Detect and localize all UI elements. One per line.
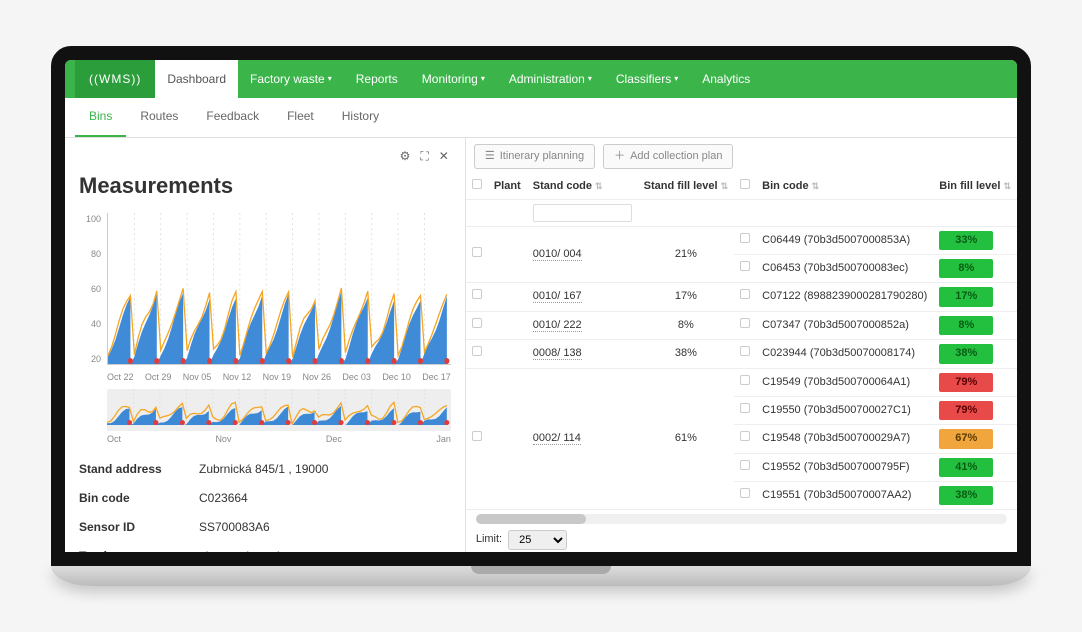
limit-select[interactable]: 25	[508, 530, 567, 550]
row-checkbox[interactable]	[472, 431, 482, 441]
horizontal-scrollbar[interactable]	[476, 514, 1007, 524]
itinerary-button[interactable]: ☰ Itinerary planning	[474, 144, 595, 169]
bin-checkbox[interactable]	[740, 488, 750, 498]
limit-label: Limit:	[476, 532, 502, 547]
caret-down-icon: ▾	[674, 73, 678, 84]
fill-badge: 38%	[939, 486, 993, 505]
stand-code-link[interactable]: 0010/ 004	[533, 248, 582, 261]
fill-badge: 79%	[939, 401, 993, 420]
select-all-checkbox[interactable]	[472, 179, 482, 189]
col-stand-code[interactable]: Stand code⇅	[527, 175, 638, 199]
bin-checkbox[interactable]	[740, 431, 750, 441]
bin-checkbox[interactable]	[740, 403, 750, 413]
nav-classifiers[interactable]: Classifiers▾	[604, 60, 690, 98]
bin-code-cell: C19550 (70b3d500700027C1)	[756, 396, 933, 424]
tab-feedback[interactable]: Feedback	[192, 98, 273, 137]
caret-down-icon: ▾	[328, 73, 332, 84]
row-checkbox[interactable]	[472, 346, 482, 356]
top-nav: ((WMS)) DashboardFactory waste▾ReportsMo…	[65, 60, 1017, 98]
bin-details: Stand addressZubrnická 845/1 , 19000 Bin…	[79, 455, 451, 555]
table-row: 0010/ 167 17% C07122 (8988239000281790280)…	[466, 283, 1017, 311]
row-checkbox[interactable]	[472, 318, 482, 328]
nav-monitoring[interactable]: Monitoring▾	[410, 60, 497, 98]
table-panel: ☰ Itinerary planning ＋ Add collection pl…	[465, 138, 1017, 556]
stand-code-link[interactable]: 0010/ 167	[533, 290, 582, 303]
col-bin-fill[interactable]: Bin fill level⇅	[933, 175, 1017, 199]
fill-badge: 79%	[939, 373, 993, 392]
bin-checkbox[interactable]	[740, 318, 750, 328]
stand-code-link[interactable]: 0008/ 138	[533, 347, 582, 360]
panel-title: Measurements	[79, 171, 451, 202]
row-checkbox[interactable]	[472, 247, 482, 257]
nav-factory-waste[interactable]: Factory waste▾	[238, 60, 344, 98]
laptop-frame: ((WMS)) DashboardFactory waste▾ReportsMo…	[51, 46, 1031, 586]
nav-administration[interactable]: Administration▾	[497, 60, 604, 98]
fill-badge: 8%	[939, 259, 993, 278]
bin-code-cell: C19548 (70b3d500700029A7)	[756, 425, 933, 453]
laptop-base	[51, 566, 1031, 586]
gear-icon[interactable]: ⚙	[398, 146, 413, 167]
nav-analytics[interactable]: Analytics	[690, 60, 762, 98]
tab-fleet[interactable]: Fleet	[273, 98, 328, 137]
screen: ((WMS)) DashboardFactory waste▾ReportsMo…	[51, 46, 1031, 566]
logo: ((WMS))	[75, 60, 155, 98]
measurements-panel: ⚙ ⛶ ✕ Measurements 10080604020 Oct 22Oct…	[65, 138, 465, 556]
select-all-bins-checkbox[interactable]	[740, 179, 750, 189]
fill-badge: 33%	[939, 231, 993, 250]
bin-checkbox[interactable]	[740, 261, 750, 271]
col-stand-fill[interactable]: Stand fill level⇅	[638, 175, 735, 199]
nav-reports[interactable]: Reports	[344, 60, 410, 98]
overview-chart[interactable]: OctNovDecJan	[79, 389, 451, 445]
col-plant[interactable]: Plant	[488, 175, 527, 199]
caret-down-icon: ▾	[481, 73, 485, 84]
sub-nav: BinsRoutesFeedbackFleetHistory	[65, 98, 1017, 138]
stand-code-link[interactable]: 0002/ 114	[533, 432, 581, 445]
row-checkbox[interactable]	[472, 289, 482, 299]
caret-down-icon: ▾	[588, 73, 592, 84]
bin-checkbox[interactable]	[740, 375, 750, 385]
bin-code-cell: C07347 (70b3d5007000852a)	[756, 311, 933, 339]
table-row: 0010/ 2228%C07347 (70b3d5007000852a)8%	[466, 311, 1017, 339]
list-icon: ☰	[485, 149, 495, 164]
bin-checkbox[interactable]	[740, 346, 750, 356]
table-row: 0002/ 11461%C19549 (70b3d500700064A1)79%	[466, 368, 1017, 396]
fill-badge: 38%	[939, 344, 993, 363]
col-bin-code[interactable]: Bin code⇅	[756, 175, 933, 199]
bin-checkbox[interactable]	[740, 460, 750, 470]
tab-routes[interactable]: Routes	[126, 98, 192, 137]
fill-badge: 17%	[939, 287, 993, 306]
nav-dashboard[interactable]: Dashboard	[155, 60, 238, 98]
bin-code-cell: C06453 (70b3d500700083ec)	[756, 254, 933, 282]
main-chart[interactable]: 10080604020 Oct 22Oct 29Nov 05Nov 12Nov …	[79, 213, 451, 383]
bin-checkbox[interactable]	[740, 289, 750, 299]
bin-code-cell: C19552 (70b3d5007000795F)	[756, 453, 933, 481]
bin-code-cell: C19549 (70b3d500700064A1)	[756, 368, 933, 396]
fill-badge: 41%	[939, 458, 993, 477]
fill-badge: 67%	[939, 429, 993, 448]
expand-icon[interactable]: ⛶	[418, 146, 430, 167]
tab-history[interactable]: History	[328, 98, 393, 137]
plus-icon: ＋	[614, 149, 625, 164]
bin-code-cell: C19551 (70b3d50070007AA2)	[756, 482, 933, 510]
table-row: 0010/ 00421%C06449 (70b3d5007000853A)33%	[466, 226, 1017, 254]
fill-badge: 8%	[939, 316, 993, 335]
bin-code-cell: C06449 (70b3d5007000853A)	[756, 226, 933, 254]
close-icon[interactable]: ✕	[437, 146, 451, 167]
stand-code-filter[interactable]	[533, 204, 632, 222]
table-row: 0008/ 13838%C023944 (70b3d50070008174)38…	[466, 340, 1017, 368]
tab-bins[interactable]: Bins	[75, 98, 126, 137]
bins-table: Plant Stand code⇅ Stand fill level⇅ Bin …	[466, 175, 1017, 514]
bin-checkbox[interactable]	[740, 233, 750, 243]
bin-code-cell: C023944 (70b3d50070008174)	[756, 340, 933, 368]
stand-code-link[interactable]: 0010/ 222	[533, 319, 582, 332]
add-plan-button[interactable]: ＋ Add collection plan	[603, 144, 733, 169]
bin-code-cell: C07122 (8988239000281790280)	[756, 283, 933, 311]
